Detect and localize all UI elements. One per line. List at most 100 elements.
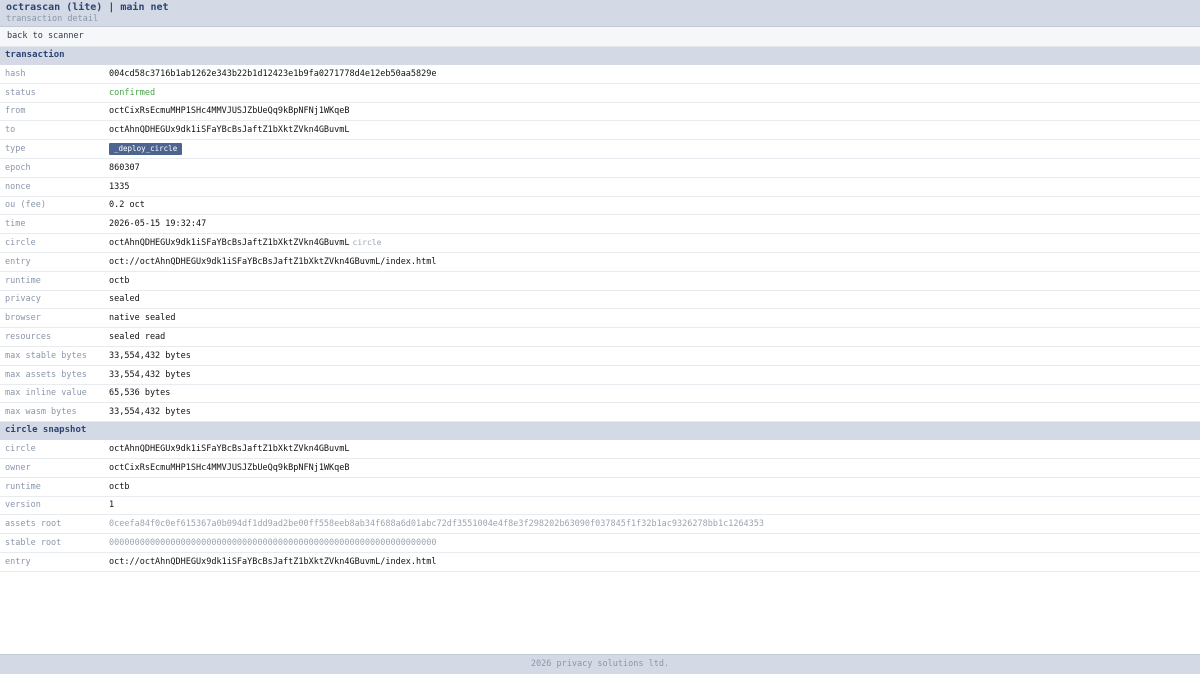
detail-label: epoch bbox=[5, 162, 31, 173]
detail-label: circle bbox=[5, 444, 36, 455]
transaction-rows: hash 004cd58c3716b1ab1262e343b22b1d12423e… bbox=[0, 65, 1200, 423]
circle-link[interactable]: circle bbox=[353, 238, 382, 247]
detail-row: ou (fee) 0.2 oct bbox=[0, 197, 1200, 216]
detail-value-text: octb bbox=[109, 275, 130, 286]
detail-row: max assets bytes 33,554,432 bytes bbox=[0, 366, 1200, 385]
detail-label: entry bbox=[5, 556, 31, 567]
detail-value-text: 1335 bbox=[109, 181, 130, 192]
detail-value-text: octAhnQDHEGUx9dk1iSFaYBcBsJaftZ1bXktZVkn… bbox=[109, 444, 350, 455]
transaction-section: transaction hash 004cd58c3716b1ab1262e343… bbox=[0, 47, 1200, 423]
circle-snapshot-section-header: circle snapshot bbox=[0, 422, 1200, 441]
detail-value-text: 2026-05-15 19:32:47 bbox=[109, 219, 207, 230]
transaction-section-header: transaction bbox=[0, 47, 1200, 65]
detail-label: version bbox=[5, 500, 41, 511]
detail-row: hash 004cd58c3716b1ab1262e343b22b1d12423e… bbox=[0, 65, 1200, 84]
detail-label: type bbox=[5, 144, 26, 155]
detail-value-text: sealed read bbox=[109, 332, 166, 343]
detail-value-text: 1 bbox=[109, 500, 115, 511]
detail-value-text: oct://octAhnQDHEGUx9dk1iSFaYBcBsJaftZ1bX… bbox=[109, 556, 437, 567]
detail-value-text: 0ceefa84f0c0ef615367a0b094df1dd9ad2be00f… bbox=[109, 519, 765, 530]
detail-value: confirmed bbox=[109, 88, 155, 98]
detail-label: status bbox=[5, 87, 36, 98]
detail-value: octAhnQDHEGUx9dk1iSFaYBcBsJaftZ1bXktZVkn… bbox=[109, 444, 350, 454]
detail-value: oct://octAhnQDHEGUx9dk1iSFaYBcBsJaftZ1bX… bbox=[109, 257, 437, 267]
detail-row: to octAhnQDHEGUx9dk1iSFaYBcBsJaftZ1bXktZV… bbox=[0, 121, 1200, 141]
detail-value: 0.2 oct bbox=[109, 200, 145, 210]
detail-label: privacy bbox=[5, 294, 41, 305]
detail-value-text: 0000000000000000000000000000000000000000… bbox=[109, 538, 437, 549]
footer: 2026 privacy solutions ltd. bbox=[0, 654, 1200, 674]
detail-row: from octCixRsEcmuMHP1SHc4MMVJUSJZbUeQq9kB… bbox=[0, 103, 1200, 122]
detail-value: 33,554,432 bytes bbox=[109, 370, 191, 380]
back-to-scanner-link[interactable]: back to scanner bbox=[7, 31, 84, 41]
detail-value-text: 004cd58c3716b1ab1262e343b22b1d12423e1b9f… bbox=[109, 68, 437, 79]
detail-value-text: octAhnQDHEGUx9dk1iSFaYBcBsJaftZ1bXktZVkn… bbox=[109, 238, 350, 249]
detail-label: entry bbox=[5, 256, 31, 267]
detail-value: 1 bbox=[109, 500, 114, 510]
detail-value-text: confirmed bbox=[109, 87, 156, 98]
detail-value: octb bbox=[109, 482, 129, 492]
detail-value-text: octAhnQDHEGUx9dk1iSFaYBcBsJaftZ1bXktZVkn… bbox=[109, 125, 350, 136]
detail-row: epoch 860307 bbox=[0, 159, 1200, 178]
detail-value: octAhnQDHEGUx9dk1iSFaYBcBsJaftZ1bXktZVkn… bbox=[109, 125, 350, 135]
nav-bar: back to scanner bbox=[0, 27, 1200, 47]
detail-value: octb bbox=[109, 276, 129, 286]
detail-value: 0ceefa84f0c0ef615367a0b094df1dd9ad2be00f… bbox=[109, 519, 764, 529]
detail-row: nonce 1335 bbox=[0, 178, 1200, 197]
detail-row: version 1 bbox=[0, 497, 1200, 516]
type-badge: _deploy_circle bbox=[109, 143, 183, 156]
detail-row: runtime octb bbox=[0, 272, 1200, 291]
detail-value-text: 33,554,432 bytes bbox=[109, 369, 191, 380]
detail-value: oct://octAhnQDHEGUx9dk1iSFaYBcBsJaftZ1bX… bbox=[109, 557, 437, 567]
detail-row: assets root 0ceefa84f0c0ef615367a0b094df1… bbox=[0, 515, 1200, 535]
detail-row: owner octCixRsEcmuMHP1SHc4MMVJUSJZbUeQq9k… bbox=[0, 459, 1200, 478]
detail-row: circle octAhnQDHEGUx9dk1iSFaYBcBsJaftZ1bX… bbox=[0, 440, 1200, 459]
detail-label: circle bbox=[5, 238, 36, 249]
detail-label: browser bbox=[5, 313, 41, 324]
detail-label: nonce bbox=[5, 181, 31, 192]
detail-value: 33,554,432 bytes bbox=[109, 351, 191, 361]
detail-label: runtime bbox=[5, 481, 41, 492]
detail-label: hash bbox=[5, 68, 26, 79]
detail-value-text: 65,536 bytes bbox=[109, 388, 171, 399]
detail-row: max stable bytes 33,554,432 bytes bbox=[0, 347, 1200, 366]
detail-value-text: octCixRsEcmuMHP1SHc4MMVJUSJZbUeQq9kBpNFN… bbox=[109, 462, 350, 473]
detail-label: assets root bbox=[5, 519, 62, 530]
detail-row: privacy sealed bbox=[0, 291, 1200, 310]
detail-label: ou (fee) bbox=[5, 200, 46, 211]
detail-value: native sealed bbox=[109, 313, 176, 323]
detail-value-text: octCixRsEcmuMHP1SHc4MMVJUSJZbUeQq9kBpNFN… bbox=[109, 106, 350, 117]
detail-label: owner bbox=[5, 462, 31, 473]
app-title: octrascan (lite) | main net bbox=[6, 2, 169, 13]
detail-row: runtime octb bbox=[0, 478, 1200, 497]
detail-label: runtime bbox=[5, 275, 41, 286]
detail-label: max stable bytes bbox=[5, 350, 87, 361]
detail-row: entry oct://octAhnQDHEGUx9dk1iSFaYBcBsJaf… bbox=[0, 553, 1200, 572]
detail-value: octAhnQDHEGUx9dk1iSFaYBcBsJaftZ1bXktZVkn… bbox=[109, 238, 381, 248]
detail-row: circle octAhnQDHEGUx9dk1iSFaYBcBsJaftZ1bX… bbox=[0, 234, 1200, 253]
detail-value: _deploy_circle bbox=[109, 143, 183, 156]
circle-snapshot-section: circle snapshot circle octAhnQDHEGUx9dk1i… bbox=[0, 422, 1200, 572]
detail-value: 33,554,432 bytes bbox=[109, 407, 191, 417]
detail-row: browser native sealed bbox=[0, 309, 1200, 329]
detail-row: status confirmed bbox=[0, 84, 1200, 103]
detail-value: 860307 bbox=[109, 163, 140, 173]
detail-label: stable root bbox=[5, 538, 62, 549]
detail-label: to bbox=[5, 125, 16, 136]
page-subtitle: transaction detail bbox=[6, 14, 99, 24]
detail-label: max inline value bbox=[5, 388, 87, 399]
detail-label: from bbox=[5, 106, 26, 117]
detail-value-text: 0.2 oct bbox=[109, 200, 145, 211]
detail-row: type _deploy_circle bbox=[0, 140, 1200, 159]
detail-label: max assets bytes bbox=[5, 369, 87, 380]
detail-value-text: native sealed bbox=[109, 313, 176, 324]
app-header: octrascan (lite) | main net transaction … bbox=[0, 0, 1200, 27]
detail-value: octCixRsEcmuMHP1SHc4MMVJUSJZbUeQq9kBpNFN… bbox=[109, 463, 350, 473]
detail-value-text: oct://octAhnQDHEGUx9dk1iSFaYBcBsJaftZ1bX… bbox=[109, 256, 437, 267]
detail-label: max wasm bytes bbox=[5, 407, 77, 418]
detail-value: sealed read bbox=[109, 332, 165, 342]
detail-label: resources bbox=[5, 332, 52, 343]
detail-value-text: octb bbox=[109, 481, 130, 492]
detail-row: max wasm bytes 33,554,432 bytes bbox=[0, 403, 1200, 423]
detail-value-text: sealed bbox=[109, 294, 140, 305]
